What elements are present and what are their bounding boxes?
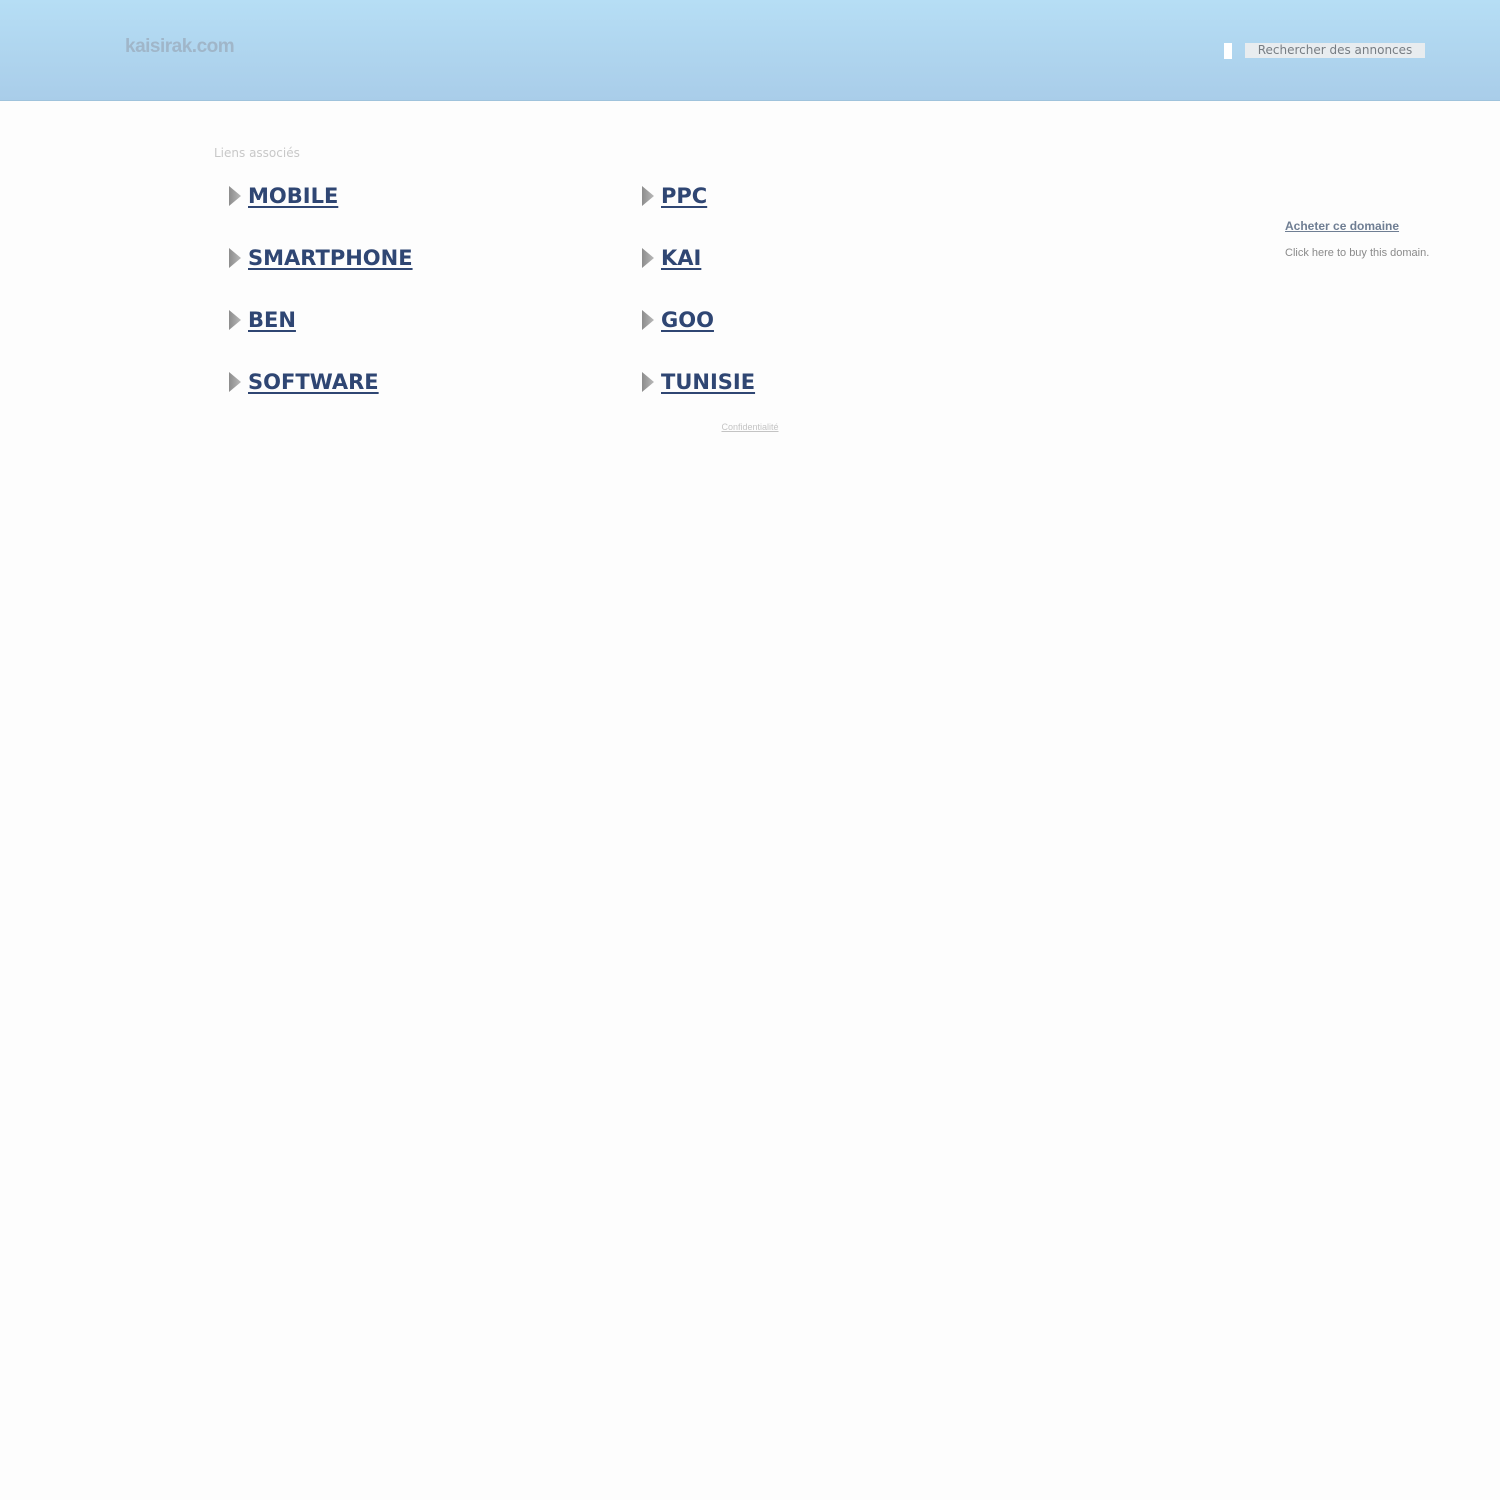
related-link-label[interactable]: KAI: [661, 246, 701, 270]
arrow-right-icon: [229, 186, 241, 206]
related-links-title: Liens associés: [214, 146, 300, 160]
related-link-ppc[interactable]: PPC: [641, 181, 707, 211]
related-link-label[interactable]: GOO: [661, 308, 714, 332]
related-link-software[interactable]: SOFTWARE: [228, 367, 379, 397]
arrow-right-icon: [229, 248, 241, 268]
related-link-smartphone[interactable]: SMARTPHONE: [228, 243, 413, 273]
arrow-right-icon: [642, 310, 654, 330]
related-link-mobile[interactable]: MOBILE: [228, 181, 338, 211]
buy-domain-link[interactable]: Acheter ce domaine: [1285, 219, 1399, 233]
arrow-right-icon: [642, 372, 654, 392]
arrow-right-icon: [642, 186, 654, 206]
arrow-right-icon: [229, 310, 241, 330]
privacy-link[interactable]: Confidentialité: [700, 422, 800, 432]
header-bar: kaisirak.com Rechercher des annonces: [0, 0, 1500, 101]
search-input[interactable]: [1224, 43, 1232, 59]
arrow-right-icon: [229, 372, 241, 392]
related-link-label[interactable]: BEN: [248, 308, 296, 332]
related-link-goo[interactable]: GOO: [641, 305, 714, 335]
related-link-kai[interactable]: KAI: [641, 243, 701, 273]
search-button[interactable]: Rechercher des annonces: [1245, 43, 1425, 58]
related-link-label[interactable]: PPC: [661, 184, 707, 208]
related-link-label[interactable]: SMARTPHONE: [248, 246, 413, 270]
buy-domain-description: Click here to buy this domain.: [1285, 247, 1430, 259]
related-link-tunisie[interactable]: TUNISIE: [641, 367, 755, 397]
arrow-right-icon: [642, 248, 654, 268]
related-link-label[interactable]: SOFTWARE: [248, 370, 379, 394]
related-link-ben[interactable]: BEN: [228, 305, 296, 335]
related-link-label[interactable]: TUNISIE: [661, 370, 755, 394]
site-logo[interactable]: kaisirak.com: [125, 36, 235, 58]
related-link-label[interactable]: MOBILE: [248, 184, 338, 208]
